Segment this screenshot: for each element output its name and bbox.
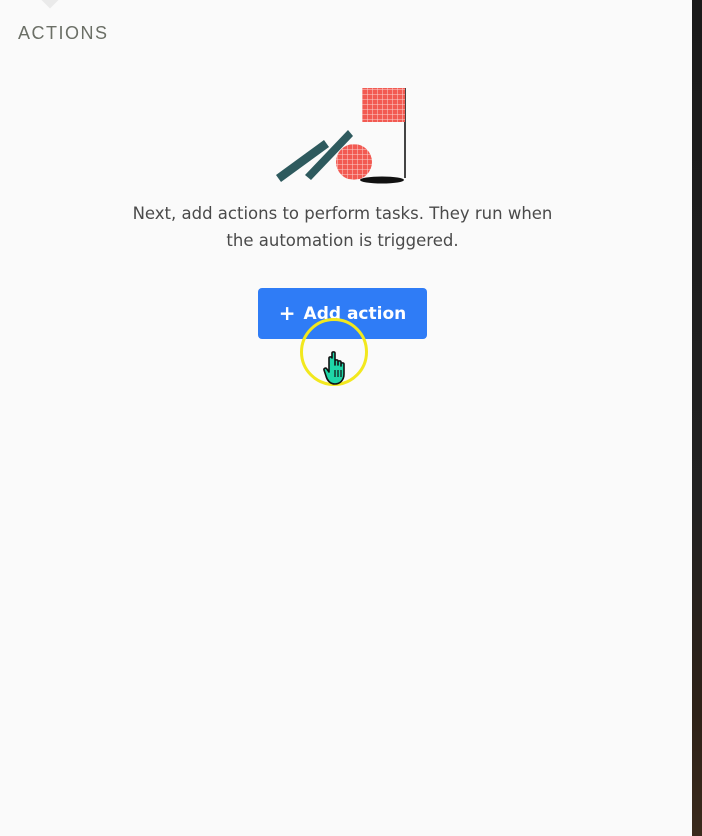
background-window-edge (692, 0, 702, 836)
hand-pointer-cursor-icon (323, 351, 345, 385)
panel-pointer-notch (41, 0, 59, 9)
empty-state-description: Next, add actions to perform tasks. They… (132, 204, 553, 250)
add-action-label: Add action (303, 303, 407, 324)
flag-and-dominoes-illustration (276, 88, 406, 184)
actions-panel: ACTIONS Next, add actions to perform tas… (0, 0, 692, 836)
add-action-button[interactable]: + Add action (258, 288, 427, 339)
plus-icon: + (278, 300, 296, 325)
section-title: ACTIONS (18, 23, 109, 43)
